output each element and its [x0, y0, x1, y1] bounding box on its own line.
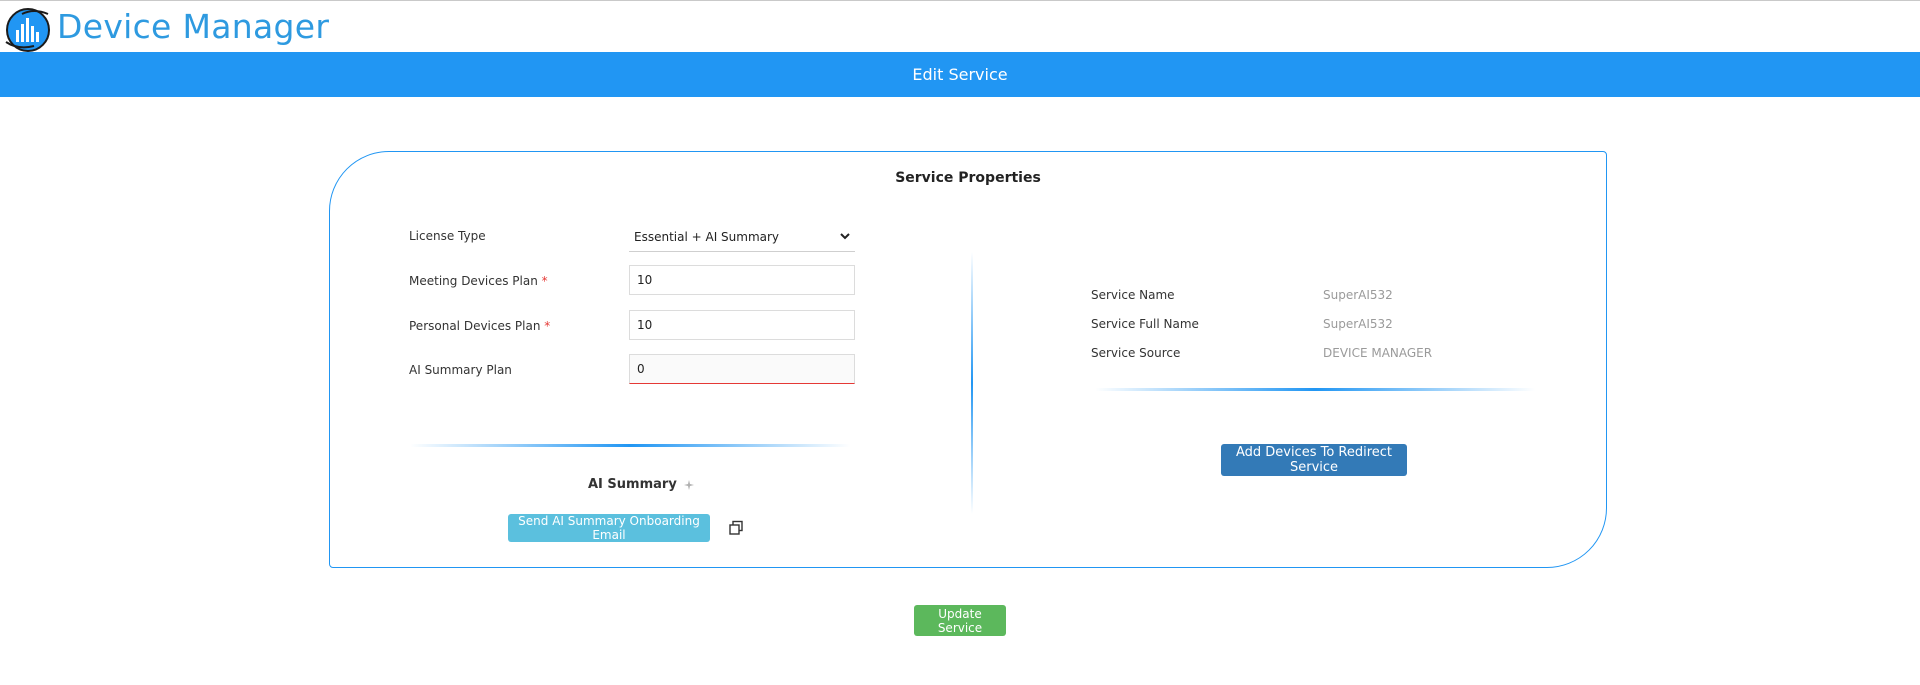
meeting-devices-plan-label: Meeting Devices Plan *	[409, 274, 548, 288]
chevron-down-icon	[840, 233, 850, 240]
service-source-label: Service Source	[1091, 346, 1181, 360]
license-type-select[interactable]: Essential + AI Summary	[629, 222, 855, 252]
device-manager-logo-icon[interactable]	[4, 6, 52, 54]
sparkle-icon	[683, 479, 694, 490]
app-title: Device Manager	[57, 7, 330, 46]
send-ai-summary-onboarding-email-button[interactable]: Send AI Summary Onboarding Email	[508, 514, 710, 542]
page-title: Edit Service	[912, 65, 1008, 84]
meeting-devices-plan-input[interactable]: 10	[629, 265, 855, 295]
ai-summary-heading: AI Summary	[588, 477, 695, 492]
required-mark: *	[544, 319, 551, 333]
personal-devices-plan-label: Personal Devices Plan *	[409, 319, 551, 333]
vertical-divider	[971, 252, 973, 514]
service-properties-card: Service Properties License Type Essentia…	[329, 151, 1607, 568]
ai-summary-plan-input[interactable]: 0	[629, 354, 855, 384]
ai-summary-plan-label: AI Summary Plan	[409, 363, 512, 377]
service-name-value: SuperAI532	[1323, 288, 1393, 302]
add-devices-to-redirect-service-button[interactable]: Add Devices To Redirect Service	[1221, 444, 1407, 476]
service-source-value: DEVICE MANAGER	[1323, 346, 1433, 360]
left-divider	[410, 444, 850, 447]
app-header: Device Manager	[0, 1, 1920, 52]
update-service-button[interactable]: Update Service	[914, 605, 1006, 636]
service-full-name-label: Service Full Name	[1091, 317, 1199, 331]
service-name-label: Service Name	[1091, 288, 1175, 302]
copy-icon[interactable]	[728, 520, 744, 536]
page-title-bar: Edit Service	[0, 52, 1920, 97]
license-type-value: Essential + AI Summary	[634, 229, 780, 244]
personal-devices-plan-input[interactable]: 10	[629, 310, 855, 340]
card-title: Service Properties	[895, 170, 1041, 186]
service-full-name-value: SuperAI532	[1323, 317, 1393, 331]
license-type-label: License Type	[409, 229, 486, 243]
required-mark: *	[541, 274, 548, 288]
right-divider	[1095, 388, 1535, 391]
